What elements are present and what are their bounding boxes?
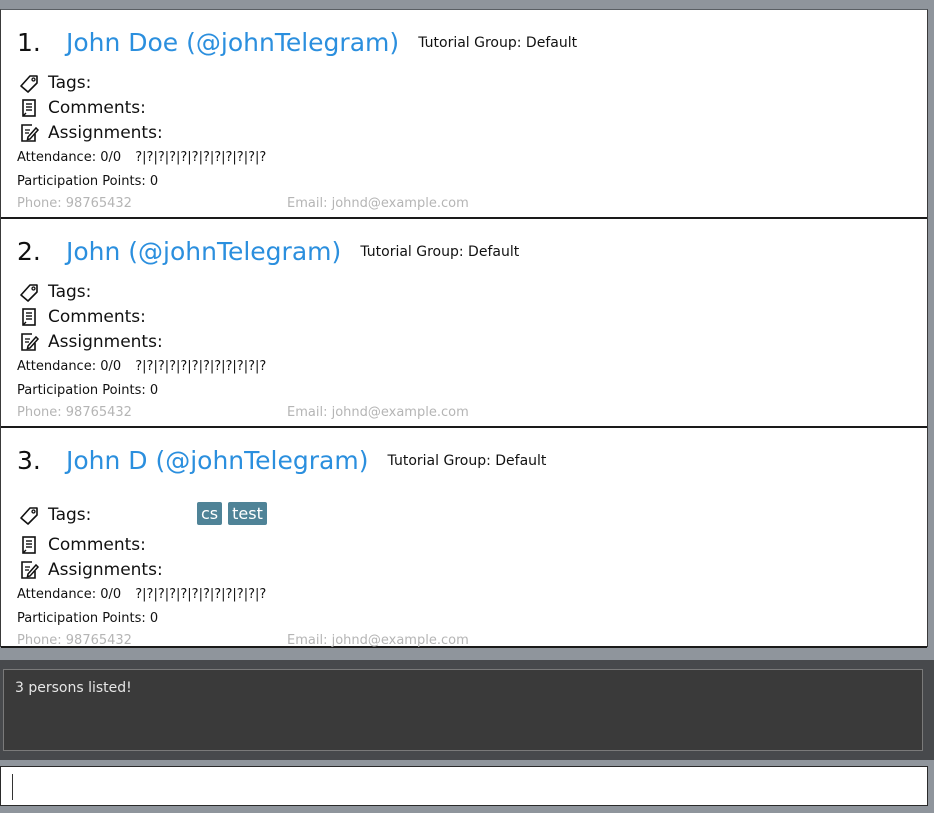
result-display-section: 3 persons listed! — [0, 660, 934, 760]
email: Email: johnd@example.com — [287, 196, 469, 211]
comments-row: Comments: — [18, 534, 146, 558]
tag-list: cs test — [197, 502, 273, 525]
email: Email: johnd@example.com — [287, 405, 469, 420]
person-header: 1. John Doe (@johnTelegram) Tutorial Gro… — [17, 28, 577, 62]
person-index: 2. — [17, 237, 41, 266]
participation-points: Participation Points: 0 — [17, 174, 159, 189]
attendance-count: Attendance: 0/0 — [17, 359, 122, 374]
tag-badge: test — [228, 502, 267, 525]
person-card[interactable]: 2. John (@johnTelegram) Tutorial Group: … — [1, 219, 927, 428]
assignments-row: Assignments: — [18, 122, 163, 146]
attendance-marks: ?|?|?|?|?|?|?|?|?|?|?|? — [135, 587, 267, 602]
tags-row: Tags: — [18, 72, 91, 96]
result-display[interactable]: 3 persons listed! — [3, 669, 923, 751]
person-index: 3. — [17, 446, 41, 475]
attendance-count: Attendance: 0/0 — [17, 587, 122, 602]
tag-badge: cs — [197, 502, 223, 525]
phone: Phone: 98765432 — [17, 196, 132, 211]
attendance-marks: ?|?|?|?|?|?|?|?|?|?|?|? — [135, 150, 267, 165]
person-name: John Doe (@johnTelegram) — [65, 28, 400, 57]
tags-label: Tags: — [48, 281, 92, 302]
assignments-label: Assignments: — [48, 331, 163, 352]
person-name: John D (@johnTelegram) — [65, 446, 369, 475]
tag-icon — [18, 282, 40, 302]
assignments-label: Assignments: — [48, 559, 163, 580]
attendance: Attendance: 0/0 ?|?|?|?|?|?|?|?|?|?|?|? — [17, 150, 266, 165]
notepad-icon — [18, 307, 40, 327]
tags-row: Tags: — [18, 281, 91, 305]
person-index: 1. — [17, 28, 41, 57]
phone: Phone: 98765432 — [17, 405, 132, 420]
notepad-icon — [18, 535, 40, 555]
person-card[interactable]: 3. John D (@johnTelegram) Tutorial Group… — [1, 428, 927, 648]
tutorial-group: Tutorial Group: Default — [360, 243, 520, 260]
tag-icon — [18, 505, 40, 525]
text-caret — [12, 774, 13, 800]
tag-icon — [18, 73, 40, 93]
comments-row: Comments: — [18, 306, 146, 330]
participation-points: Participation Points: 0 — [17, 611, 159, 626]
notepad-icon — [18, 98, 40, 118]
assignments-label: Assignments: — [48, 122, 163, 143]
result-message: 3 persons listed! — [15, 680, 132, 696]
person-list-panel[interactable]: 1. John Doe (@johnTelegram) Tutorial Gro… — [0, 9, 928, 648]
command-box[interactable] — [0, 766, 928, 806]
attendance: Attendance: 0/0 ?|?|?|?|?|?|?|?|?|?|?|? — [17, 359, 266, 374]
edit-document-icon — [18, 332, 40, 352]
person-card[interactable]: 1. John Doe (@johnTelegram) Tutorial Gro… — [1, 10, 927, 219]
person-header: 3. John D (@johnTelegram) Tutorial Group… — [17, 446, 546, 480]
email: Email: johnd@example.com — [287, 633, 469, 648]
tags-row: Tags: — [18, 504, 318, 528]
phone: Phone: 98765432 — [17, 633, 132, 648]
attendance-count: Attendance: 0/0 — [17, 150, 122, 165]
tags-label: Tags: — [48, 72, 92, 93]
assignments-row: Assignments: — [18, 331, 163, 355]
comments-row: Comments: — [18, 97, 146, 121]
comments-label: Comments: — [48, 534, 146, 555]
comments-label: Comments: — [48, 306, 146, 327]
attendance-marks: ?|?|?|?|?|?|?|?|?|?|?|? — [135, 359, 267, 374]
tags-label: Tags: — [48, 504, 92, 525]
tutorial-group: Tutorial Group: Default — [387, 452, 547, 469]
person-name: John (@johnTelegram) — [65, 237, 342, 266]
tutorial-group: Tutorial Group: Default — [418, 34, 578, 51]
assignments-row: Assignments: — [18, 559, 163, 583]
attendance: Attendance: 0/0 ?|?|?|?|?|?|?|?|?|?|?|? — [17, 587, 266, 602]
edit-document-icon — [18, 560, 40, 580]
person-header: 2. John (@johnTelegram) Tutorial Group: … — [17, 237, 519, 271]
edit-document-icon — [18, 123, 40, 143]
participation-points: Participation Points: 0 — [17, 383, 159, 398]
comments-label: Comments: — [48, 97, 146, 118]
